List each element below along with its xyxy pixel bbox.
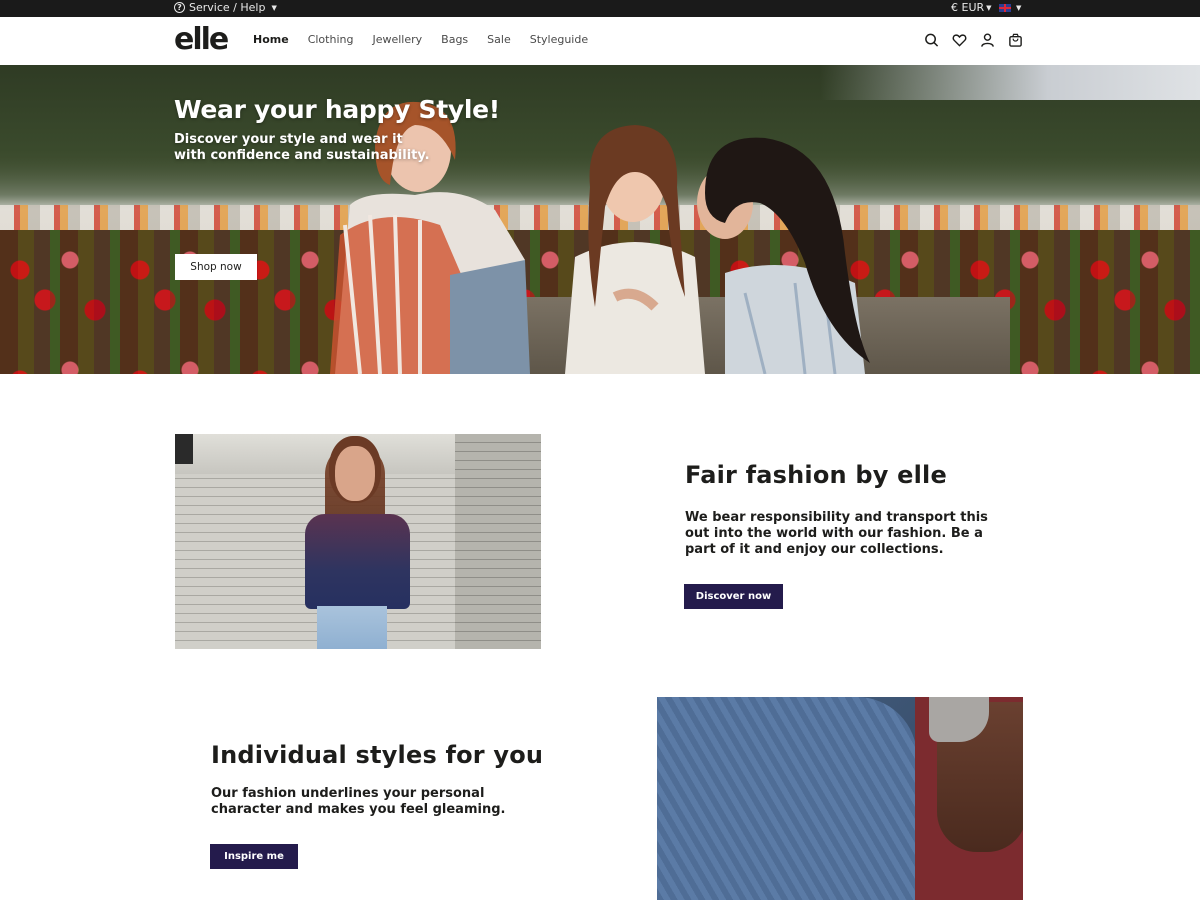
image-model-sweater (305, 514, 410, 609)
hero-text: Wear your happy Style! Discover your sty… (174, 95, 500, 164)
inspire-me-button[interactable]: Inspire me (210, 844, 298, 869)
header-actions (924, 32, 1023, 48)
uk-flag-icon (999, 4, 1011, 12)
service-help-label: Service / Help (189, 1, 266, 14)
nav-styleguide[interactable]: Styleguide (530, 33, 588, 46)
individual-styles-text: Our fashion underlines your personal cha… (211, 786, 506, 817)
hero-title: Wear your happy Style! (174, 95, 500, 124)
help-icon: ? (174, 2, 185, 13)
image-denim-jacket (657, 697, 917, 900)
chevron-down-icon: ▼ (1016, 4, 1022, 12)
image-model-face (335, 446, 375, 501)
currency-label: € EUR (951, 1, 985, 14)
hero-background-sky (820, 65, 1200, 100)
nav-bags[interactable]: Bags (441, 33, 468, 46)
logo[interactable]: elle (174, 22, 229, 57)
hero-subtitle: Discover your style and wear it with con… (174, 132, 430, 163)
image-model-jeans (317, 606, 387, 649)
image-brick-wall-side (455, 434, 541, 649)
language-selector[interactable]: ▼ (999, 4, 1021, 12)
main-nav: Home Clothing Jewellery Bags Sale Styleg… (253, 33, 607, 46)
fair-fashion-text: We bear responsibility and transport thi… (685, 510, 988, 557)
chevron-down-icon: ▼ (986, 3, 992, 12)
shop-now-button[interactable]: Shop now (175, 254, 257, 280)
user-icon[interactable] (980, 32, 995, 48)
heart-icon[interactable] (952, 32, 967, 48)
nav-jewellery[interactable]: Jewellery (372, 33, 422, 46)
service-help-menu[interactable]: ? Service / Help ▼ (174, 1, 277, 14)
nav-home[interactable]: Home (253, 33, 289, 46)
chevron-down-icon: ▼ (271, 3, 277, 12)
individual-styles-title: Individual styles for you (211, 741, 544, 769)
nav-sale[interactable]: Sale (487, 33, 511, 46)
fair-fashion-title: Fair fashion by elle (685, 461, 947, 489)
currency-selector[interactable]: € EUR ▼ (951, 1, 992, 14)
image-shadow-corner (175, 434, 193, 464)
nav-clothing[interactable]: Clothing (308, 33, 354, 46)
search-icon[interactable] (924, 32, 939, 48)
individual-styles-image (657, 697, 1023, 900)
fair-fashion-image (175, 434, 541, 649)
hero-woman-dark-hair (697, 137, 870, 374)
top-bar: ? Service / Help ▼ € EUR ▼ ▼ (0, 0, 1200, 17)
bag-icon[interactable] (1008, 32, 1023, 48)
discover-now-button[interactable]: Discover now (684, 584, 783, 609)
main-header: elle Home Clothing Jewellery Bags Sale S… (0, 17, 1200, 65)
